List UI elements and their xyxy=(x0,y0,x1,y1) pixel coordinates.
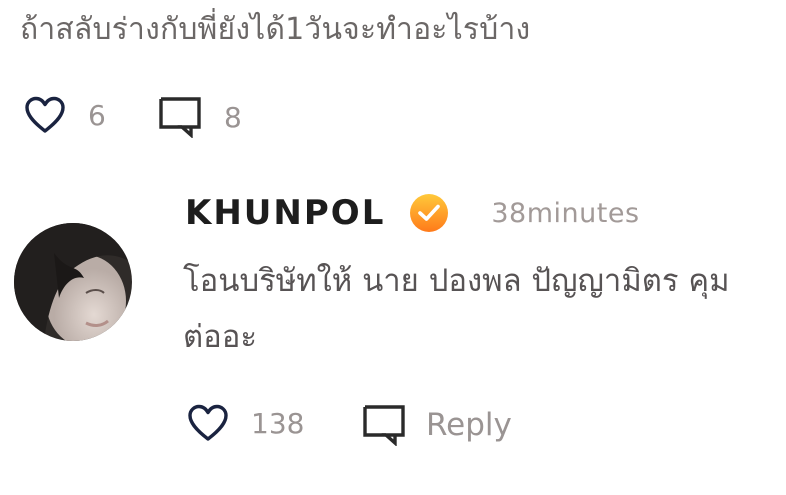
verified-badge-icon xyxy=(410,194,449,232)
reply-label: Reply xyxy=(426,407,512,443)
post-like-button[interactable]: 6 xyxy=(24,96,106,134)
comment-bubble-icon xyxy=(159,97,201,138)
reply-button[interactable]: Reply xyxy=(362,404,512,446)
post-text: ถ้าสลับร่างกับพี่ยังได้1วันจะทำอะไรบ้าง xyxy=(20,12,531,47)
comment-text: โอนบริษัทให้ นาย ปองพล ปัญญามิตร คุมต่ออ… xyxy=(183,263,730,355)
comment-like-button[interactable]: 138 xyxy=(187,404,304,442)
post-comment-count: 8 xyxy=(224,100,242,134)
post-comment-button[interactable]: 8 xyxy=(158,96,242,138)
heart-outline-icon xyxy=(188,404,228,441)
comment-like-count: 138 xyxy=(251,406,305,440)
comment-timestamp: 38minutes xyxy=(491,197,640,229)
heart-outline-icon xyxy=(25,96,65,133)
comment-bubble-icon xyxy=(363,405,405,446)
avatar[interactable] xyxy=(14,223,132,341)
comment-author[interactable]: KHUNPOL xyxy=(185,193,385,233)
post-like-count: 6 xyxy=(88,98,106,132)
